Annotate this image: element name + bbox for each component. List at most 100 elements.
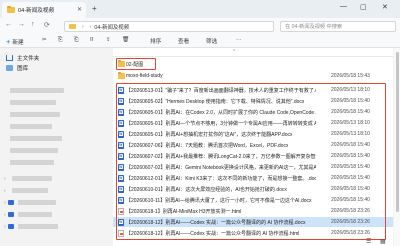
file-date: 2026/05/18 15:40: [331, 175, 370, 181]
sidebar-item-blurred[interactable]: [10, 160, 54, 165]
file-row[interactable]: 【20260605-01】别再AI：在Codex 2.0，从同时扩展了你的 Cl…: [113, 107, 393, 117]
sidebar-item-blurred[interactable]: [18, 212, 52, 217]
sidebar-item-blurred[interactable]: [18, 224, 58, 229]
html-file-icon: [118, 207, 124, 215]
file-row[interactable]: 【20260618-1】别再AI-MiniMax H3开放实测一.html 20…: [113, 206, 393, 216]
file-name: 【20260610-01】别再AI：这次大屏效应经验的，AI也开始抢打破的.do…: [126, 186, 287, 193]
word-document-icon: [118, 141, 124, 149]
file-name: 【20260607-06】别再AI：7天题教：腾讯首次把Word，Excel，P…: [126, 142, 289, 149]
close-window-icon[interactable]: ✕: [382, 3, 388, 11]
sidebar-item-blurred[interactable]: [18, 200, 56, 205]
sidebar-item-blurred[interactable]: [10, 124, 52, 129]
breadcrumb-current[interactable]: 04-新闻及视频: [94, 23, 129, 31]
tiles-view-icon[interactable]: ▦: [380, 238, 386, 245]
file-date: 2026/05/18 23:26: [331, 208, 370, 214]
minimize-icon[interactable]: —: [340, 3, 347, 10]
sidebar-item-home[interactable]: 主文件夹: [6, 54, 39, 62]
word-document-icon: [118, 163, 124, 171]
file-date: 2026/05/13 18:10: [331, 87, 370, 93]
file-row[interactable]: 【20260605-01】别再AI—个节点不够用，3分钟做一个专属AI应用——再…: [113, 118, 393, 128]
tab-title: 04-新闻及视频: [18, 8, 55, 14]
folder-row[interactable]: moxo-field-study 2026/05/18 15:43: [113, 71, 393, 81]
file-date: 2026/05/13 18:10: [331, 131, 370, 137]
sidebar-item-blurred[interactable]: [10, 88, 64, 93]
tab-current-folder[interactable]: 04-新闻及视频 ✕: [2, 2, 86, 18]
new-tab-icon[interactable]: +: [92, 4, 97, 13]
file-name: 【20260605-01】别再AI—个节点不够用，3分钟做一个专属AI应用——再…: [126, 120, 316, 127]
sidebar-item-gallery[interactable]: 图库: [6, 64, 28, 72]
refresh-icon[interactable]: ⟳: [44, 21, 50, 29]
file-name: moxo-field-study: [126, 73, 163, 79]
sort-caret-icon[interactable]: ^: [233, 49, 235, 55]
file-date: 2026/05/18 23:26: [331, 219, 370, 225]
expand-chevron-icon[interactable]: ›: [4, 224, 6, 230]
file-row[interactable]: 【20260607-02】别再AI：Gemini Notebook更换设计风格，…: [113, 162, 393, 172]
cut-icon[interactable]: ✂: [42, 37, 47, 43]
file-row[interactable]: 【20260513-01】“骗子”来了？百度新出画面翻译神器，技术人的重复工作终…: [113, 85, 393, 95]
file-name: 【20260607-02】别再AI：Gemini Notebook更换设计风格，…: [126, 164, 316, 171]
folder-icon: [69, 24, 76, 29]
navigation-pane: 主文件夹 图库 › › › › ›: [0, 48, 110, 246]
word-document-icon: [118, 196, 124, 204]
sidebar-item-blurred[interactable]: [12, 176, 52, 181]
sidebar-item-blurred[interactable]: [10, 136, 62, 141]
view-button[interactable]: 查看: [178, 37, 189, 45]
expand-chevron-icon[interactable]: ›: [4, 176, 6, 182]
new-button-label: 新建: [12, 39, 24, 46]
paste-icon[interactable]: ⎗: [74, 37, 78, 44]
sidebar-item-blurred[interactable]: [10, 148, 58, 153]
address-bar[interactable]: › › 04-新闻及视频: [64, 21, 274, 32]
word-document-icon: [118, 130, 124, 138]
file-row[interactable]: 【20260605-02】“Hermes Desktop 使用指南：它下载、特殊…: [113, 96, 393, 106]
file-name: 【20260618-12】别再AI——Codex 实战：一篇公众号翻译的 AI …: [126, 230, 300, 237]
title-bar: 04-新闻及视频 ✕ + — ▢ ✕: [0, 0, 400, 18]
copy-icon[interactable]: ⎘: [58, 37, 62, 44]
expand-chevron-icon[interactable]: ›: [4, 188, 6, 194]
sort-button[interactable]: 排序: [150, 37, 161, 45]
sidebar-item-blurred[interactable]: [10, 112, 60, 117]
file-name: 【20260618-1】别再AI-MiniMax H3开放实测一.html: [126, 208, 242, 215]
word-document-icon: [118, 218, 124, 226]
file-name: 02-配图: [126, 61, 144, 68]
search-input[interactable]: 在 04-新闻及视频 中搜索: [280, 21, 396, 32]
breadcrumb-chevron-icon[interactable]: ›: [82, 24, 84, 30]
file-row-selected[interactable]: 【20260618-12】别再AI——Codex 实战：一篇公众号翻译的的 AI…: [113, 217, 393, 227]
file-row[interactable]: 【20260607-06】别再AI：7天题教：腾讯首次把Word，Excel，P…: [113, 140, 393, 150]
file-date: 2026/05/18 15:40: [331, 153, 370, 159]
folder-icon: [7, 6, 15, 13]
drive-icon: [8, 224, 14, 229]
html-file-icon: [118, 229, 124, 237]
word-document-icon: [118, 185, 124, 193]
file-row[interactable]: 【20260612-01】别再AI：Kimi K3来了：这次不同的新功能了，而是…: [113, 173, 393, 183]
details-view-icon[interactable]: ☰: [366, 238, 371, 245]
file-row[interactable]: 【20260618-12】别再AI——Codex 实战：一篇公众号翻译的 AI …: [113, 228, 393, 238]
new-button[interactable]: + 新建: [6, 37, 24, 46]
scrollbar-thumb[interactable]: [395, 52, 399, 212]
word-document-icon: [118, 174, 124, 182]
file-row[interactable]: 【20260607-02】别再AI+我最推荐：腾讯LongCat-2.0来了，万…: [113, 151, 393, 161]
share-icon[interactable]: ⇪: [106, 37, 111, 43]
maximize-icon[interactable]: ▢: [360, 3, 367, 11]
up-icon[interactable]: ↑: [31, 21, 35, 28]
expand-chevron-icon[interactable]: ›: [4, 200, 6, 206]
more-options-icon[interactable]: ···: [236, 37, 242, 43]
command-bar: + 新建 ✂ ⎘ ⎗ ⌷ ⇪ 🗑 排序 查看 筛选 ···: [0, 34, 400, 48]
sidebar-item-blurred[interactable]: [10, 100, 56, 105]
folder-icon: [118, 72, 125, 79]
tab-close-icon[interactable]: ✕: [77, 6, 82, 13]
breadcrumb-chevron-icon[interactable]: ›: [90, 24, 92, 30]
rename-icon[interactable]: ⌷: [90, 37, 93, 44]
filter-button[interactable]: 筛选: [206, 37, 217, 45]
file-row[interactable]: 【20260610-01】别再AI：这次大屏效应经验的，AI也开始抢打破的.do…: [113, 184, 393, 194]
column-header[interactable]: ^: [113, 48, 393, 57]
sidebar-item-blurred[interactable]: [12, 188, 48, 193]
expand-chevron-icon[interactable]: ›: [4, 212, 6, 218]
file-name: 【20260605-01】别再AI+想抽机宏打扰你的“这AI”，这次终于能翻AP…: [126, 131, 293, 138]
forward-icon[interactable]: →: [18, 21, 25, 28]
file-row[interactable]: 【20260605-01】别再AI+想抽机宏打扰你的“这AI”，这次终于能翻AP…: [113, 129, 393, 139]
vertical-scrollbar[interactable]: [394, 48, 400, 246]
delete-icon[interactable]: 🗑: [122, 37, 129, 43]
back-icon[interactable]: ←: [5, 21, 12, 28]
folder-row[interactable]: 02-配图: [113, 59, 393, 69]
file-row[interactable]: 【20260610-11】别再AI—给腾讯大厦了，这行一小时，它可不像是一边这个…: [113, 195, 393, 205]
